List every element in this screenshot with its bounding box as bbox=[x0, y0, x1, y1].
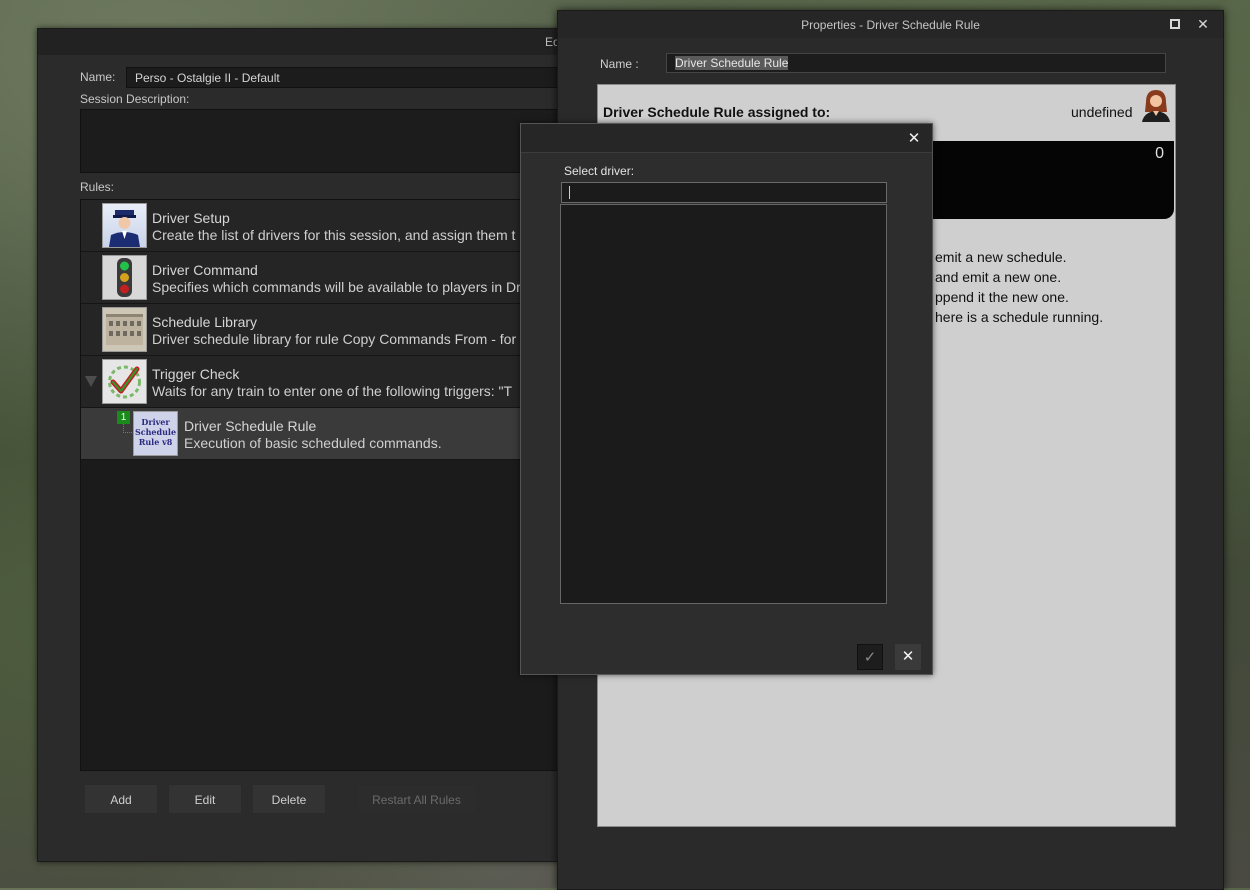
schedule-option-link[interactable]: emit a new schedule. bbox=[935, 249, 1067, 265]
rule-description: Create the list of drivers for this sess… bbox=[152, 227, 516, 243]
confirm-button[interactable]: ✓ bbox=[857, 644, 883, 670]
thumb-line-3: Rule v8 bbox=[138, 437, 173, 447]
rule-item-trigger-check[interactable]: Trigger Check Waits for any train to ent… bbox=[81, 356, 577, 408]
properties-titlebar[interactable]: Properties - Driver Schedule Rule ✕ bbox=[558, 11, 1223, 38]
driver-avatar-icon[interactable] bbox=[1140, 88, 1172, 122]
building-icon bbox=[102, 307, 147, 352]
cancel-button[interactable]: ✕ bbox=[895, 644, 921, 670]
rule-title: Trigger Check bbox=[152, 366, 240, 382]
driver-search-input[interactable] bbox=[561, 182, 887, 203]
rule-title: Driver Setup bbox=[152, 210, 230, 226]
close-icon[interactable]: ✕ bbox=[1195, 16, 1211, 32]
schedule-counter: 0 bbox=[1155, 145, 1164, 162]
checkmark-triggers-icon bbox=[102, 359, 147, 404]
properties-name-input[interactable]: Driver Schedule Rule bbox=[666, 53, 1166, 73]
select-driver-dialog: ✕ Select driver: ✓ ✕ bbox=[520, 123, 933, 675]
session-description-input[interactable] bbox=[80, 109, 578, 173]
thumb-line-2: Schedule bbox=[134, 427, 177, 437]
rule-item-driver-setup[interactable]: Driver Setup Create the list of drivers … bbox=[81, 200, 577, 252]
tree-connector bbox=[123, 424, 132, 433]
properties-name-label: Name : bbox=[600, 57, 639, 71]
restart-all-rules-button[interactable]: Restart All Rules bbox=[356, 784, 477, 814]
rule-title: Driver Schedule Rule bbox=[184, 418, 317, 434]
add-button[interactable]: Add bbox=[84, 784, 158, 814]
checkmark-icon: ✓ bbox=[863, 649, 877, 666]
dialog-titlebar[interactable]: ✕ bbox=[521, 124, 932, 153]
thumb-line-1: Driver bbox=[141, 417, 170, 427]
edit-button[interactable]: Edit bbox=[168, 784, 242, 814]
assigned-driver-link[interactable]: undefined bbox=[1071, 104, 1133, 120]
schedule-option-link[interactable]: here is a schedule running. bbox=[935, 309, 1103, 325]
delete-button[interactable]: Delete bbox=[252, 784, 326, 814]
collapse-arrow-icon[interactable] bbox=[84, 374, 98, 388]
rule-description: Waits for any train to enter one of the … bbox=[152, 383, 513, 399]
rules-label: Rules: bbox=[80, 180, 115, 194]
rule-description: Driver schedule library for rule Copy Co… bbox=[152, 331, 517, 347]
close-icon[interactable]: ✕ bbox=[905, 129, 923, 147]
text-caret bbox=[569, 186, 570, 199]
rule-title: Schedule Library bbox=[152, 314, 258, 330]
schedule-option-link[interactable]: and emit a new one. bbox=[935, 269, 1061, 285]
close-icon: ✕ bbox=[901, 648, 915, 665]
rules-list[interactable]: Driver Setup Create the list of drivers … bbox=[80, 199, 578, 771]
driver-list[interactable] bbox=[560, 204, 887, 604]
assigned-to-label: Driver Schedule Rule assigned to: bbox=[603, 104, 831, 120]
conductor-icon bbox=[102, 203, 147, 248]
rule-item-driver-command[interactable]: Driver Command Specifies which commands … bbox=[81, 252, 577, 304]
name-label: Name: bbox=[80, 70, 116, 84]
session-editor-window: Ec Name: Perso - Ostalgie II - Default S… bbox=[37, 28, 579, 862]
select-driver-label: Select driver: bbox=[564, 164, 635, 178]
maximize-icon[interactable] bbox=[1167, 16, 1183, 32]
rule-description: Execution of basic scheduled commands. bbox=[184, 435, 442, 451]
schedule-option-link[interactable]: ppend it the new one. bbox=[935, 289, 1069, 305]
editor-titlebar[interactable]: Ec bbox=[38, 29, 578, 55]
rule-item-schedule-library[interactable]: Schedule Library Driver schedule library… bbox=[81, 304, 577, 356]
traffic-light-icon bbox=[102, 255, 147, 300]
session-name-input[interactable]: Perso - Ostalgie II - Default bbox=[126, 67, 578, 88]
properties-title: Properties - Driver Schedule Rule bbox=[801, 18, 980, 32]
rule-item-driver-schedule-rule[interactable]: 1 Driver Schedule Rule v8 Driver Schedul… bbox=[81, 408, 577, 460]
schedule-rule-icon: Driver Schedule Rule v8 bbox=[133, 411, 178, 456]
rule-description: Specifies which commands will be availab… bbox=[152, 279, 521, 295]
rule-title: Driver Command bbox=[152, 262, 258, 278]
properties-name-value: Driver Schedule Rule bbox=[675, 56, 789, 70]
session-description-label: Session Description: bbox=[80, 92, 190, 106]
rule-order-badge: 1 bbox=[117, 411, 130, 424]
